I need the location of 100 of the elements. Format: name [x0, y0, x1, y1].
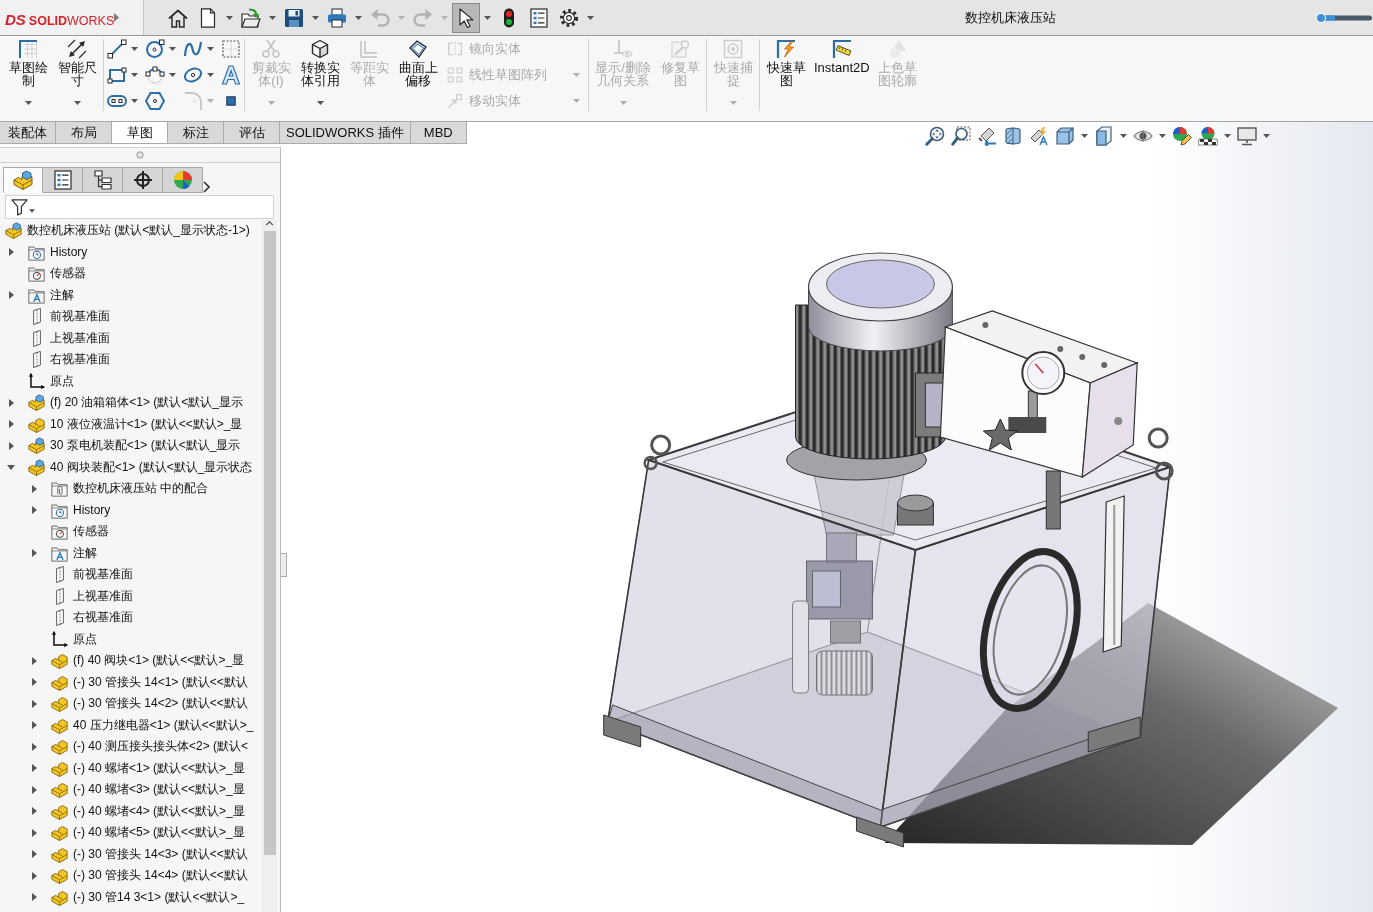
- tree-item[interactable]: 前视基准面: [50, 309, 110, 325]
- expand-arrow-icon[interactable]: [31, 785, 37, 794]
- display-manager-tab[interactable]: [163, 167, 203, 193]
- tree-item[interactable]: 注解: [73, 545, 97, 561]
- tree-item[interactable]: 传感器: [50, 266, 86, 282]
- text-tool-button[interactable]: [221, 65, 241, 85]
- monitor-icon[interactable]: [1237, 126, 1257, 146]
- caret-icon[interactable]: [355, 15, 362, 20]
- tree-item[interactable]: 40 阀块装配<1> (默认<默认_显示状态: [50, 459, 253, 475]
- flashlight-lightning-icon[interactable]: [1029, 126, 1049, 146]
- caret-icon[interactable]: [1159, 134, 1166, 138]
- caret-icon[interactable]: [131, 99, 138, 103]
- caret-icon[interactable]: [1224, 134, 1231, 138]
- tree-item[interactable]: 30 泵电机装配<1> (默认<默认_显示: [50, 438, 241, 454]
- tree-item[interactable]: 10 液位液温计<1> (默认<<默认>_显: [50, 416, 243, 432]
- expand-arrow-icon[interactable]: [31, 721, 37, 730]
- feature-manager-tab[interactable]: [3, 167, 43, 193]
- color-ball-pencil-icon[interactable]: [1172, 126, 1192, 146]
- expand-arrow-icon[interactable]: [31, 893, 37, 902]
- convert-button[interactable]: 转换实体引用: [297, 39, 343, 111]
- tree-item[interactable]: (f) 40 阀块<1> (默认<<默认>_显: [73, 653, 245, 669]
- expand-arrow-icon[interactable]: [31, 484, 37, 493]
- tree-item[interactable]: 前视基准面: [73, 567, 133, 583]
- tree-item[interactable]: 注解: [50, 287, 74, 303]
- tree-item[interactable]: (-) 30 管接头 14<3> (默认<<默认: [73, 846, 248, 862]
- expand-arrow-icon[interactable]: [31, 506, 37, 515]
- magnifier-dashed-box-icon[interactable]: [951, 126, 971, 146]
- color-ball-floor-icon[interactable]: [1198, 126, 1218, 146]
- tab[interactable]: MBD: [410, 122, 467, 143]
- caret-icon[interactable]: [587, 15, 594, 20]
- tree-item[interactable]: (-) 40 螺堵<1> (默认<<默认>_显: [73, 760, 245, 776]
- flashlight-arrow-icon[interactable]: [977, 126, 997, 146]
- circle-tool-button[interactable]: [145, 39, 165, 59]
- caret-icon[interactable]: [1263, 134, 1270, 138]
- expand-arrow-icon[interactable]: [31, 764, 37, 773]
- tree-item[interactable]: History: [73, 502, 111, 518]
- tree-item[interactable]: 原点: [50, 373, 74, 389]
- cube-icon[interactable]: [1055, 126, 1075, 146]
- expand-arrow-icon[interactable]: [31, 656, 37, 665]
- tab[interactable]: SOLIDWORKS 插件: [280, 122, 411, 143]
- tree-item[interactable]: (-) 40 螺堵<3> (默认<<默认>_显: [73, 782, 245, 798]
- instant2d-button[interactable]: Instant2D: [812, 39, 872, 111]
- grip-dot-icon[interactable]: [136, 151, 144, 159]
- expand-arrow-icon[interactable]: [31, 828, 37, 837]
- tab[interactable]: 布局: [56, 122, 112, 143]
- magnifier-arrows-icon[interactable]: [925, 126, 945, 146]
- tree-item[interactable]: (-) 30 管接头 14<4> (默认<<默认: [73, 868, 248, 884]
- select-button[interactable]: [452, 2, 480, 33]
- cut-cylinder-icon[interactable]: [1003, 126, 1023, 146]
- spline-tool-button[interactable]: [183, 39, 203, 59]
- tree-item[interactable]: 上视基准面: [73, 588, 133, 604]
- caret-icon[interactable]: [207, 47, 214, 51]
- tab[interactable]: 评估: [224, 122, 280, 143]
- tree-item[interactable]: (-) 40 测压接头接头体<2> (默认<: [73, 739, 249, 755]
- expand-arrow-icon[interactable]: [8, 291, 14, 300]
- ellipse-tool-button[interactable]: [183, 65, 203, 85]
- collapse-arrow-icon[interactable]: [7, 464, 15, 470]
- sketch-button[interactable]: 草图绘制: [5, 39, 51, 111]
- tree-item[interactable]: 原点: [73, 631, 97, 647]
- scrollbar-thumb[interactable]: [263, 231, 276, 855]
- print-button[interactable]: [325, 5, 349, 30]
- tree-item[interactable]: 上视基准面: [50, 330, 110, 346]
- tab[interactable]: 装配体: [0, 122, 56, 143]
- caret-icon[interactable]: [312, 15, 319, 20]
- caret-icon[interactable]: [169, 47, 176, 51]
- caret-icon[interactable]: [169, 73, 176, 77]
- expand-arrow-icon[interactable]: [8, 420, 14, 429]
- construction-tool-button[interactable]: [221, 39, 241, 59]
- open-button[interactable]: [239, 5, 263, 30]
- caret-icon[interactable]: [1120, 134, 1127, 138]
- polygon-tool-button[interactable]: [145, 91, 165, 111]
- expand-arrow-icon[interactable]: [31, 549, 37, 558]
- tree-item[interactable]: (f) 20 油箱箱体<1> (默认<默认_显示: [50, 395, 244, 411]
- expand-arrow-icon[interactable]: [31, 742, 37, 751]
- tree-item[interactable]: 右视基准面: [50, 352, 110, 368]
- caret-icon[interactable]: [484, 15, 491, 20]
- filter-field[interactable]: [5, 195, 274, 219]
- tab[interactable]: 标注: [168, 122, 224, 143]
- panel-splitter-handle[interactable]: [281, 553, 287, 577]
- caret-icon[interactable]: [226, 15, 233, 20]
- rapid-sketch-button[interactable]: 快速草图: [763, 39, 809, 111]
- menu-arrow-icon[interactable]: [114, 13, 120, 22]
- caret-icon[interactable]: [207, 73, 214, 77]
- caret-icon[interactable]: [1081, 134, 1088, 138]
- tree-item[interactable]: History: [50, 244, 88, 260]
- line-tool-button[interactable]: [107, 39, 127, 59]
- caret-icon[interactable]: [269, 15, 276, 20]
- tree-item[interactable]: (-) 30 管14 3<1> (默认<<默认>_: [73, 889, 245, 905]
- tree-item[interactable]: 传感器: [73, 524, 109, 540]
- shaded-cube-icon[interactable]: [1094, 126, 1114, 146]
- tree-item[interactable]: (-) 30 管接头 14<2> (默认<<默认: [73, 696, 248, 712]
- tree-item[interactable]: 右视基准面: [73, 610, 133, 626]
- rectangle-tool-button[interactable]: [107, 65, 127, 85]
- tree-item[interactable]: (-) 30 管接头 14<1> (默认<<默认: [73, 674, 248, 690]
- chevron-right-icon[interactable]: [203, 181, 210, 193]
- arc-tool-button[interactable]: [145, 65, 165, 85]
- tree-item[interactable]: (-) 40 螺堵<4> (默认<<默认>_显: [73, 803, 245, 819]
- tree-item[interactable]: 数控机床液压站 (默认<默认_显示状态-1>): [27, 223, 250, 239]
- surface-offset-button[interactable]: 曲面上偏移: [395, 39, 441, 111]
- caret-icon[interactable]: [131, 73, 138, 77]
